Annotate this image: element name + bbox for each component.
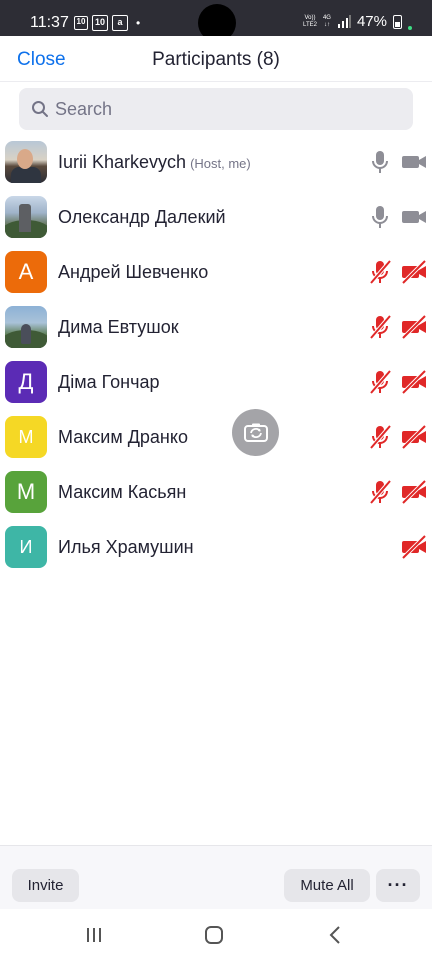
video-camera-icon[interactable] <box>400 204 428 230</box>
microphone-muted-icon[interactable] <box>366 258 394 286</box>
header-bar: Close Participants (8) <box>0 36 432 82</box>
privacy-indicator-dot <box>408 25 412 30</box>
video-camera-off-icon[interactable] <box>400 314 428 340</box>
avatar-initial: И <box>19 536 33 557</box>
volte-icon: Vo)) LTE2 <box>303 14 317 28</box>
participant-row[interactable]: А Андрей Шевченко <box>0 245 432 300</box>
avatar-initial: М <box>16 479 36 504</box>
microphone-icon[interactable] <box>366 203 394 231</box>
avatar <box>5 141 47 183</box>
video-camera-off-icon[interactable] <box>400 424 428 450</box>
video-camera-icon[interactable] <box>400 149 428 175</box>
participant-name: Андрей Шевченко <box>58 262 209 282</box>
calendar-icon: 10 <box>92 15 108 31</box>
avatar: И <box>5 526 47 568</box>
camera-switch-icon <box>243 423 268 442</box>
avatar: А <box>5 251 47 293</box>
system-status-icons: Vo)) LTE2 4G ↓↑ 47% <box>303 13 412 30</box>
participant-name: Дима Евтушок <box>58 317 179 337</box>
back-icon[interactable] <box>323 923 347 947</box>
avatar <box>5 196 47 238</box>
video-camera-off-icon[interactable] <box>400 534 428 560</box>
participant-name: Максим Касьян <box>58 482 187 502</box>
camera-switch-button[interactable] <box>232 409 279 456</box>
microphone-muted-icon[interactable] <box>366 313 394 341</box>
microphone-icon[interactable] <box>366 148 394 176</box>
video-camera-off-icon[interactable] <box>400 259 428 285</box>
participant-name: Максим Дранко <box>58 427 188 447</box>
participant-row[interactable]: И Илья Храмушин <box>0 520 432 575</box>
avatar <box>5 306 47 348</box>
close-button[interactable]: Close <box>17 49 66 71</box>
mute-all-button[interactable]: Mute All <box>284 869 370 902</box>
participant-row[interactable]: Д Діма Гончар <box>0 355 432 410</box>
signal-icon <box>337 14 351 28</box>
host-label: (Host, me) <box>190 156 251 171</box>
more-notifications-dot: • <box>136 16 141 30</box>
more-options-button[interactable]: ··· <box>376 869 420 902</box>
participant-name: Илья Храмушин <box>58 537 194 557</box>
status-time: 11:37 <box>30 14 69 31</box>
participant-row[interactable]: М Максим Дранко <box>0 410 432 465</box>
avatar-initial: А <box>18 259 34 284</box>
calendar-icon: 10 <box>74 16 88 30</box>
bottom-toolbar: Invite Mute All ··· <box>0 845 432 909</box>
avatar: Д <box>5 361 47 403</box>
participant-name: Діма Гончар <box>58 372 160 392</box>
participant-row[interactable]: Iurii Kharkevych (Host, me) <box>0 135 432 190</box>
participant-name: Олександр Далекий <box>58 207 226 227</box>
participant-row[interactable]: М Максим Касьян <box>0 465 432 520</box>
battery-percentage: 47% <box>356 13 387 30</box>
avatar-initial: Д <box>18 369 34 394</box>
video-camera-off-icon[interactable] <box>400 369 428 395</box>
participant-list: Iurii Kharkevych (Host, me) Олександр Дал… <box>0 135 432 575</box>
participant-name: Iurii Kharkevych (Host, me) <box>58 152 251 172</box>
microphone-muted-icon[interactable] <box>366 368 394 396</box>
network-type-icon: 4G ↓↑ <box>322 14 331 28</box>
participant-row[interactable]: Дима Евтушок <box>0 300 432 355</box>
battery-icon <box>393 14 402 29</box>
recent-apps-icon[interactable] <box>82 923 106 947</box>
notification-icons: 10 10 a • <box>74 15 140 31</box>
app-notification-icon: a <box>112 15 128 31</box>
avatar: М <box>5 471 47 513</box>
microphone-muted-icon[interactable] <box>366 423 394 451</box>
microphone-muted-icon[interactable] <box>366 478 394 506</box>
video-camera-off-icon[interactable] <box>400 479 428 505</box>
system-navigation-bar <box>0 909 432 960</box>
home-icon[interactable] <box>202 923 226 947</box>
avatar-initial: М <box>18 426 34 447</box>
search-icon <box>29 98 51 120</box>
participant-row[interactable]: Олександр Далекий <box>0 190 432 245</box>
invite-button[interactable]: Invite <box>12 869 79 902</box>
search-box[interactable] <box>19 88 413 130</box>
search-input[interactable] <box>55 98 395 120</box>
avatar: М <box>5 416 47 458</box>
